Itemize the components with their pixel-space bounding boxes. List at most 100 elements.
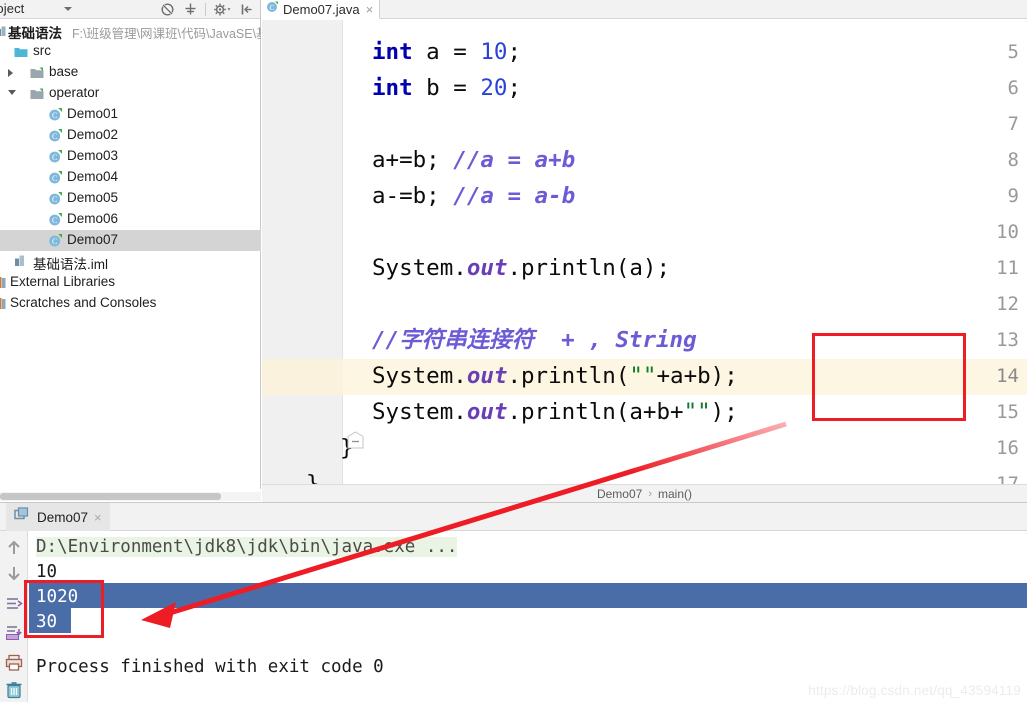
breadcrumb: Demo07 › main(): [262, 484, 1027, 502]
code-fold-marker-icon[interactable]: [347, 431, 364, 449]
tree-item-demo02[interactable]: C Demo02: [0, 125, 261, 146]
line-number: 13: [996, 329, 1019, 351]
code-line[interactable]: int a = 10;: [372, 34, 521, 70]
line-number: 16: [996, 437, 1019, 459]
tree-item-iml[interactable]: 基础语法.iml: [0, 251, 261, 272]
project-hscrollbar-thumb[interactable]: [0, 493, 221, 500]
project-tool-window: roject: [0, 0, 261, 489]
library-icon: [0, 297, 7, 310]
code-line[interactable]: }: [306, 466, 320, 484]
chevron-down-icon[interactable]: [8, 90, 16, 95]
svg-text:C: C: [52, 174, 57, 183]
scroll-to-end-icon[interactable]: [5, 623, 23, 641]
line-number: 6: [1007, 77, 1019, 99]
console-line: 10: [36, 562, 58, 582]
tree-item-label: 基础语法.iml: [33, 257, 108, 272]
tree-item-label: Demo01: [67, 106, 119, 121]
code-line[interactable]: System.out.println(""+a+b);: [372, 358, 738, 394]
code-line[interactable]: int b = 20;: [372, 70, 521, 106]
tree-item-demo06[interactable]: C Demo06: [0, 209, 261, 230]
tree-item-label: base: [49, 64, 79, 79]
console-line: Process finished with exit code 0: [36, 657, 384, 677]
breadcrumb-class[interactable]: Demo07: [597, 487, 642, 501]
tree-item-label: External Libraries: [10, 274, 116, 289]
tree-item-label: Demo07: [67, 232, 119, 247]
close-icon[interactable]: ×: [366, 3, 374, 16]
java-class-icon: C: [48, 128, 63, 143]
project-tree: src base operator C Demo01 C Demo02 C Demo03 C Dem…: [0, 41, 261, 314]
breadcrumb-method[interactable]: main(): [658, 487, 692, 501]
library-icon: [0, 276, 7, 289]
trash-icon[interactable]: [5, 681, 23, 699]
project-panel-header: roject: [0, 0, 260, 19]
tree-item-demo04[interactable]: C Demo04: [0, 167, 261, 188]
run-tool-window: Demo07 × D:\Environment\jdk8\jdk\bin\jav…: [0, 502, 1027, 702]
line-number: 11: [996, 257, 1019, 279]
run-tab-label: Demo07: [37, 509, 89, 525]
svg-text:C: C: [52, 237, 57, 246]
tree-item-scratches-and-consoles[interactable]: Scratches and Consoles: [0, 293, 261, 314]
chevron-down-icon[interactable]: [64, 7, 72, 11]
run-tab-icon: [14, 507, 31, 527]
line-number: 17: [996, 473, 1019, 484]
package-folder-icon: [30, 66, 44, 78]
project-path: F:\班级管理\网课班\代码\JavaSE\基础: [72, 27, 261, 41]
tree-item-label: Scratches and Consoles: [10, 295, 157, 310]
tree-item-label: src: [33, 43, 51, 58]
print-icon[interactable]: [5, 654, 23, 672]
editor-tab-label: Demo07.java: [283, 1, 360, 17]
java-class-icon: C: [48, 107, 63, 122]
svg-text:C: C: [52, 153, 57, 162]
soft-wrap-icon[interactable]: [5, 595, 23, 613]
package-folder-icon: [30, 87, 44, 99]
close-icon[interactable]: ×: [94, 510, 102, 525]
console-selection-band-full: [29, 583, 1027, 608]
code-line[interactable]: //字符串连接符 + , String: [372, 322, 697, 358]
tree-item-operator[interactable]: operator: [0, 83, 261, 104]
editor-tab-demo07[interactable]: C Demo07.java ×: [262, 0, 381, 19]
editor-area: C Demo07.java × 5 6 7 8 9 10 11 12 13 14 15 16 17 in…: [262, 0, 1027, 502]
tree-item-label: Demo02: [67, 127, 119, 142]
tree-item-external-libraries[interactable]: External Libraries: [0, 272, 261, 293]
code-line[interactable]: System.out.println(a+b+"");: [372, 394, 738, 430]
java-class-icon: C: [48, 191, 63, 206]
tree-item-demo07[interactable]: C Demo07: [0, 230, 261, 251]
console-line: D:\Environment\jdk8\jdk\bin\java.exe ...: [36, 537, 458, 557]
tree-item-label: Demo06: [67, 211, 119, 226]
up-arrow-icon[interactable]: [5, 539, 23, 557]
java-class-icon: C: [266, 0, 279, 18]
console-output[interactable]: D:\Environment\jdk8\jdk\bin\java.exe ...…: [29, 531, 1027, 702]
code-line[interactable]: a-=b; //a = a-b: [372, 178, 575, 214]
tree-item-label: operator: [49, 85, 100, 100]
editor-tab-bar: C Demo07.java ×: [262, 0, 1027, 19]
tree-item-label: Demo05: [67, 190, 119, 205]
module-file-icon: [14, 254, 29, 269]
tree-item-demo05[interactable]: C Demo05: [0, 188, 261, 209]
code-line[interactable]: a+=b; //a = a+b: [372, 142, 575, 178]
ide-window: roject: [0, 0, 1027, 702]
run-tab-bar: Demo07 ×: [0, 503, 1027, 531]
console-highlight-box: [24, 580, 104, 638]
tree-item-base[interactable]: base: [0, 62, 261, 83]
java-class-icon: C: [48, 233, 63, 248]
line-number-gutter[interactable]: [262, 20, 343, 484]
line-number: 8: [1007, 149, 1019, 171]
svg-text:C: C: [52, 216, 57, 225]
chevron-right-icon[interactable]: [8, 69, 13, 77]
project-root-row[interactable]: 基础语法 F:\班级管理\网课班\代码\JavaSE\基础: [0, 19, 261, 41]
project-panel-title: roject: [0, 1, 25, 16]
tree-item-label: Demo03: [67, 148, 119, 163]
project-module-icon: [0, 24, 8, 36]
source-folder-icon: [14, 45, 28, 57]
line-number: 12: [996, 293, 1019, 315]
tree-item-demo03[interactable]: C Demo03: [0, 146, 261, 167]
line-number: 9: [1007, 185, 1019, 207]
run-tab-demo07[interactable]: Demo07 ×: [6, 503, 110, 531]
code-line[interactable]: System.out.println(a);: [372, 250, 670, 286]
down-arrow-icon[interactable]: [5, 564, 23, 582]
tree-item-src[interactable]: src: [0, 41, 261, 62]
tree-item-demo01[interactable]: C Demo01: [0, 104, 261, 125]
code-fold-strip[interactable]: [343, 20, 371, 484]
line-number: 15: [996, 401, 1019, 423]
line-number: 14: [996, 365, 1019, 387]
